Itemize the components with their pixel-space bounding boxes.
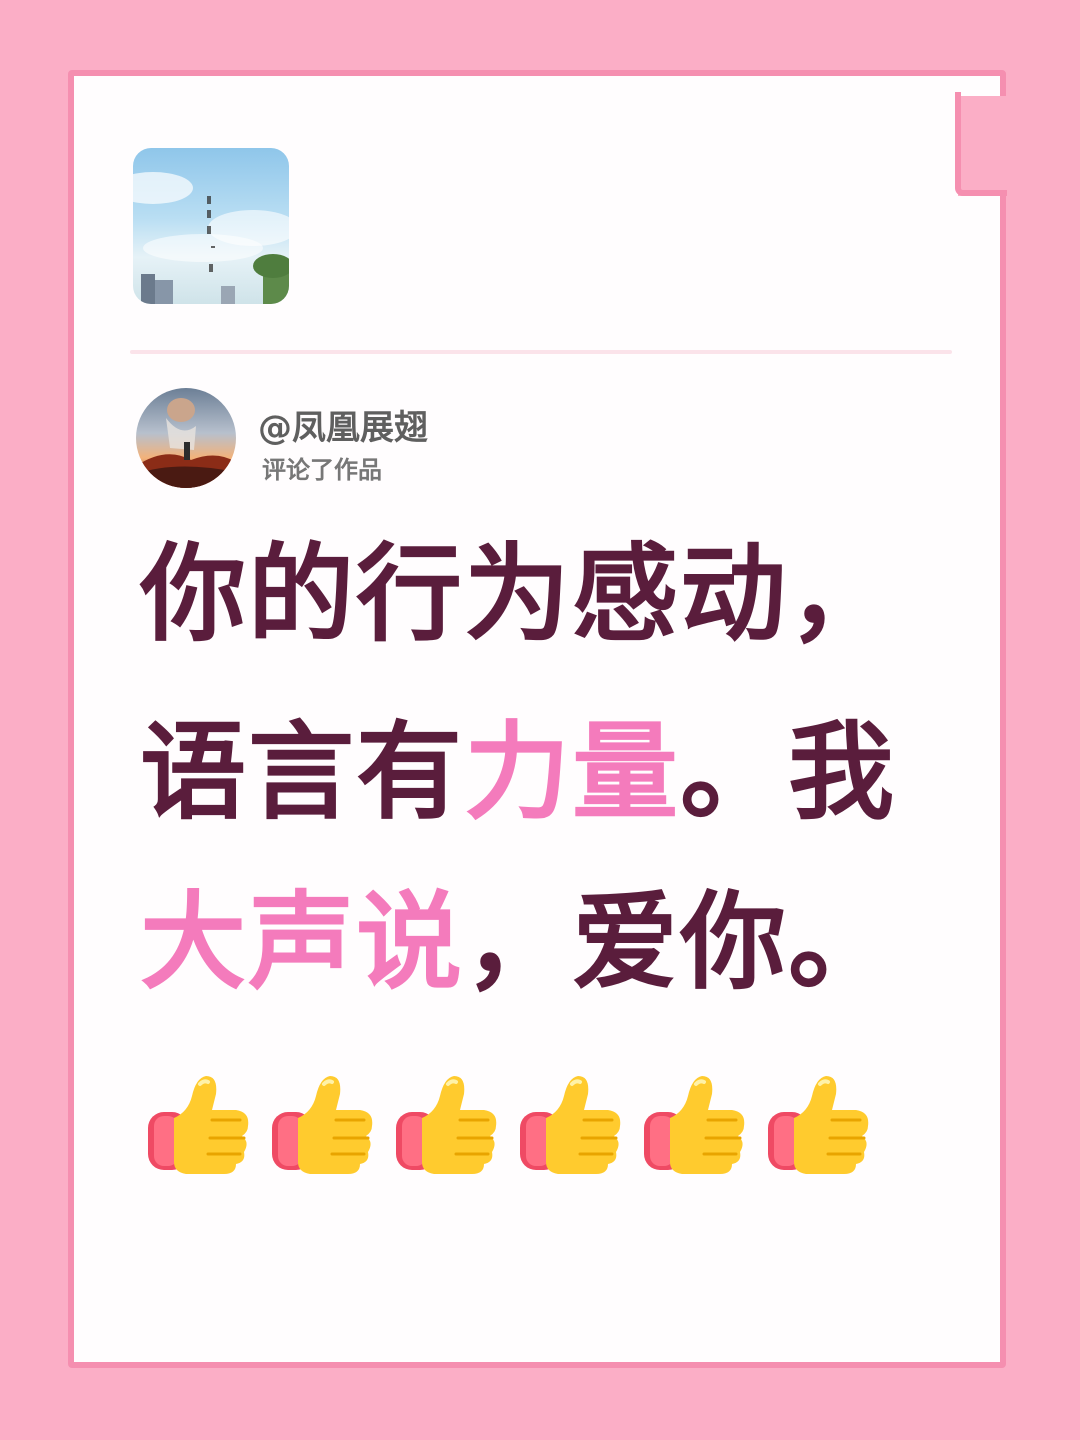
comment-segment: 语言有 (140, 711, 464, 834)
comment-line-1: 你的行为感动， (140, 542, 896, 648)
paper-corner-edge (955, 92, 1007, 196)
comment-segment: 。我 (680, 711, 896, 834)
thumbs-up-icon (268, 1068, 378, 1178)
section-divider (130, 350, 952, 354)
comment-highlight: 大声说 (140, 881, 464, 1004)
thumbs-up-icon (392, 1068, 502, 1178)
comment-highlight: 力量 (464, 711, 680, 834)
avatar[interactable] (136, 388, 236, 488)
thumbs-up-icon (764, 1068, 874, 1178)
comment-segment: 你的行为感动， (140, 533, 896, 656)
activity-label: 评论了作品 (262, 456, 382, 484)
sky-photo-icon (133, 172, 289, 304)
comment-line-2: 语言有力量。我 (140, 720, 896, 826)
thumbs-up-icon (640, 1068, 750, 1178)
avatar-photo-icon (136, 398, 236, 488)
username[interactable]: @凤凰展翅 (258, 400, 428, 449)
comment-segment: ，爱你。 (464, 881, 896, 1004)
thumbs-up-icon (144, 1068, 254, 1178)
comment-line-3: 大声说，爱你。 (140, 890, 896, 996)
work-thumbnail[interactable] (133, 148, 289, 304)
thumbs-up-icon (516, 1068, 626, 1178)
